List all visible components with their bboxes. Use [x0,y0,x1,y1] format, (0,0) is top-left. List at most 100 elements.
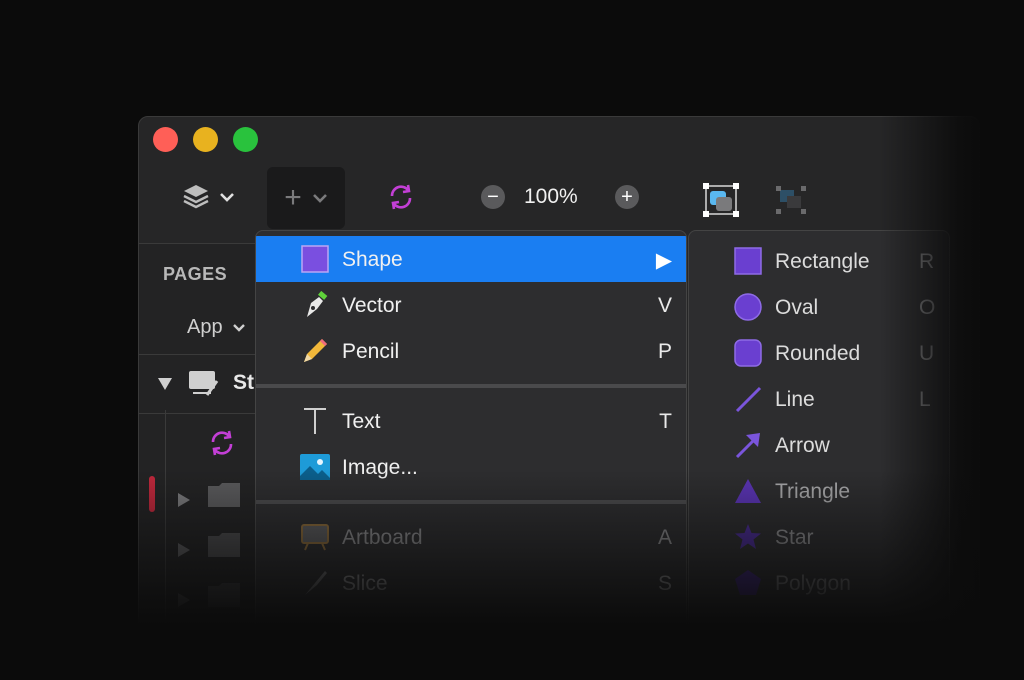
mask-icon [703,183,739,217]
group-icon [776,186,806,214]
menu-item-text[interactable]: Text T [256,398,686,444]
minimize-window-button[interactable] [193,127,218,152]
selected-page-indicator [149,476,155,512]
menu-item-pencil[interactable]: Pencil P [256,328,686,374]
layer-row-group[interactable] [177,532,241,563]
layer-row-group[interactable] [177,582,241,613]
shape-submenu: Rectangle R Oval O Rounded U Line L Arro… [688,230,950,632]
submenu-item-rectangle[interactable]: Rectangle R [689,236,949,282]
menu-item-shortcut: P [657,340,672,363]
disclosure-triangle-icon[interactable] [157,377,173,391]
line-icon [733,384,763,414]
menu-item-label: Slice [342,572,388,595]
menu-item-shortcut: A [657,526,672,549]
insert-menu: Shape ▶ Vector V Pencil P Text T Image..… [255,230,687,632]
submenu-item-shortcut: R [919,250,935,273]
group-button[interactable] [771,181,811,219]
slice-icon [300,568,330,598]
submenu-item-shortcut: L [919,388,931,411]
chevron-down-icon [220,193,234,202]
submenu-item-oval[interactable]: Oval O [689,282,949,328]
artboard-icon [189,371,219,396]
submenu-item-label: Arrow [775,434,830,457]
submenu-item-label: Rounded [775,342,861,365]
rectangle-icon [733,246,763,276]
submenu-item-triangle[interactable]: Triangle [689,466,949,512]
submenu-item-label: Rectangle [775,250,870,273]
layers-sidebar: PAGES App St [139,243,257,637]
submenu-item-label: Triangle [775,480,851,503]
text-icon [300,406,330,436]
submenu-item-label: Line [775,388,815,411]
submenu-item-label: Star [775,526,814,549]
disclosure-triangle-icon[interactable] [177,492,191,508]
zoom-window-button[interactable] [233,127,258,152]
layer-name: St [233,371,254,394]
menu-item-shortcut: V [657,294,672,317]
submenu-item-polygon[interactable]: Polygon [689,558,949,604]
submenu-item-arrow[interactable]: Arrow [689,420,949,466]
menu-item-slice[interactable]: Slice S [256,560,686,606]
menu-item-vector[interactable]: Vector V [256,282,686,328]
submenu-item-rounded[interactable]: Rounded U [689,328,949,374]
folder-icon [208,533,241,557]
pages-title: PAGES [163,264,228,284]
image-icon [300,452,330,482]
page-dropdown[interactable]: App [187,316,246,339]
arrow-icon [733,430,763,460]
star-icon [733,522,763,552]
menu-item-shortcut: S [657,572,672,595]
sync-button[interactable] [383,179,419,215]
folder-icon [208,583,241,607]
layer-row-artboard[interactable]: St [139,354,257,414]
submenu-item-shortcut: O [919,296,936,319]
artboard-icon [300,522,330,552]
close-window-button[interactable] [153,127,178,152]
layer-row-group[interactable] [177,482,241,513]
tree-guide-line [165,410,166,637]
submenu-item-line[interactable]: Line L [689,374,949,420]
insert-icon: + [284,181,302,214]
menu-item-label: Text [342,410,381,433]
menu-item-image[interactable]: Image... [256,444,686,490]
sync-icon [211,430,233,456]
submenu-item-shortcut: U [919,342,935,365]
submenu-item-star[interactable]: Star [689,512,949,558]
disclosure-triangle-icon[interactable] [177,592,191,608]
menu-item-label: Shape [342,248,403,271]
folder-icon [208,483,241,507]
submenu-arrow-icon: ▶ [655,249,672,272]
menu-item-label: Pencil [342,340,400,363]
mask-button[interactable] [701,181,741,219]
polygon-icon [733,568,763,598]
sync-icon [390,184,412,210]
menu-separator [256,384,686,388]
layers-menu-button[interactable] [177,179,239,215]
layers-icon [183,185,209,209]
shape-square-icon [300,244,330,274]
rounded-rectangle-icon [733,338,763,368]
menu-item-shape[interactable]: Shape ▶ [256,236,686,282]
menu-item-shortcut: T [659,410,672,433]
zoom-in-icon: + [615,185,639,209]
menu-item-label: Vector [342,294,402,317]
zoom-out-icon: − [481,185,505,209]
chevron-down-icon [233,324,246,332]
insert-button[interactable]: + [267,167,345,229]
zoom-level[interactable]: 100% [524,185,578,209]
submenu-item-label: Oval [775,296,819,319]
chevron-down-icon [312,194,327,203]
oval-icon [733,292,763,322]
pen-icon [300,290,330,320]
pencil-icon [300,336,330,366]
menu-item-artboard[interactable]: Artboard A [256,514,686,560]
menu-item-label: Image... [342,456,418,479]
page-dropdown-label: App [187,316,223,338]
zoom-in-button[interactable]: + [615,185,639,209]
disclosure-triangle-icon[interactable] [177,542,191,558]
menu-item-label: Artboard [342,526,423,549]
menu-separator [256,500,686,504]
submenu-item-label: Polygon [775,572,851,595]
zoom-out-button[interactable]: − [481,185,505,209]
triangle-icon [733,476,763,506]
